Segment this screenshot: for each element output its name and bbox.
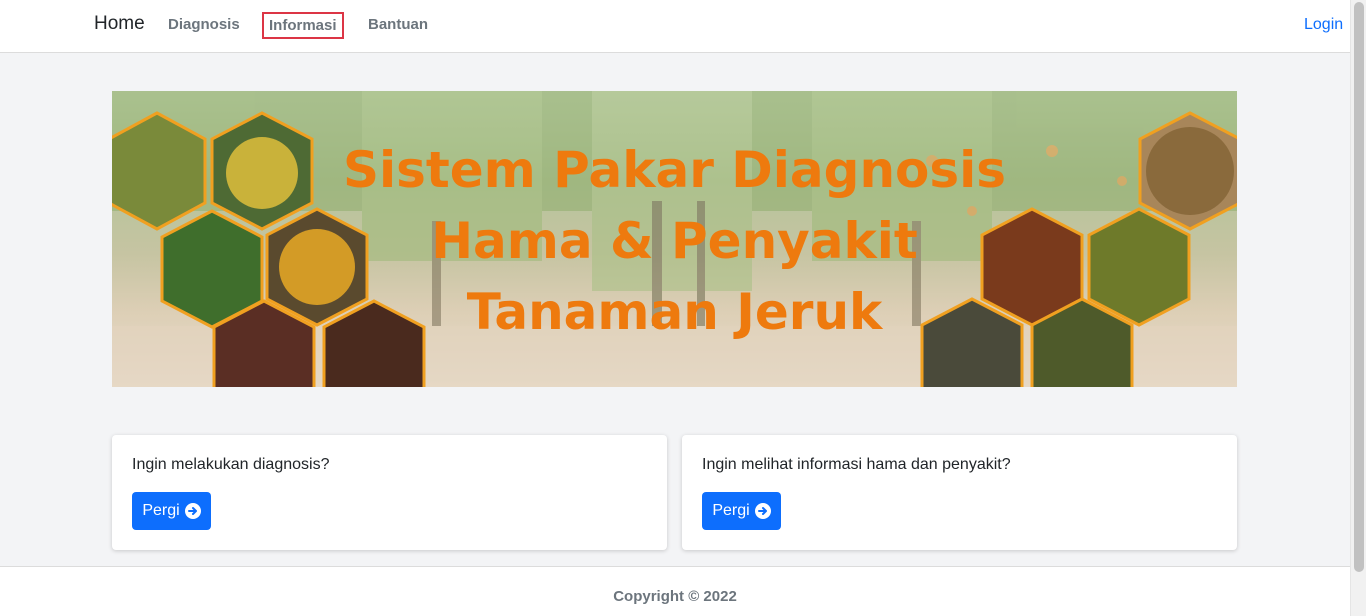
login-link[interactable]: Login bbox=[1304, 16, 1343, 34]
arrow-circle-right-icon bbox=[184, 503, 201, 519]
banner-title: Sistem Pakar Diagnosis Hama & Penyakit T… bbox=[112, 135, 1237, 348]
go-information-button[interactable]: Pergi bbox=[702, 492, 781, 530]
page-scrollbar[interactable] bbox=[1350, 0, 1366, 616]
go-information-button-label: Pergi bbox=[712, 502, 750, 519]
nav-item-informasi[interactable]: Informasi bbox=[262, 12, 344, 39]
banner-title-line-3: Tanaman Jeruk bbox=[466, 283, 883, 341]
nav-item-diagnosis[interactable]: Diagnosis bbox=[168, 16, 240, 33]
footer: Copyright © 2022 bbox=[0, 566, 1350, 616]
scrollbar-thumb[interactable] bbox=[1354, 2, 1364, 572]
diagnosis-card-text: Ingin melakukan diagnosis? bbox=[132, 456, 330, 473]
information-card: Ingin melihat informasi hama dan penyaki… bbox=[682, 435, 1237, 550]
banner-title-line-2: Hama & Penyakit bbox=[431, 212, 918, 270]
nav-item-bantuan[interactable]: Bantuan bbox=[368, 16, 428, 33]
go-diagnosis-button[interactable]: Pergi bbox=[132, 492, 211, 530]
hero-banner: Sistem Pakar Diagnosis Hama & Penyakit T… bbox=[112, 91, 1237, 387]
diagnosis-card: Ingin melakukan diagnosis? Pergi bbox=[112, 435, 667, 550]
brand-home-link[interactable]: Home bbox=[94, 13, 145, 35]
navbar: Home Diagnosis Informasi Bantuan Login bbox=[0, 0, 1350, 53]
banner-title-line-1: Sistem Pakar Diagnosis bbox=[342, 141, 1007, 199]
information-card-text: Ingin melihat informasi hama dan penyaki… bbox=[702, 456, 1011, 473]
copyright-text: Copyright © 2022 bbox=[613, 588, 737, 605]
arrow-circle-right-icon bbox=[754, 503, 771, 519]
go-diagnosis-button-label: Pergi bbox=[142, 502, 180, 519]
